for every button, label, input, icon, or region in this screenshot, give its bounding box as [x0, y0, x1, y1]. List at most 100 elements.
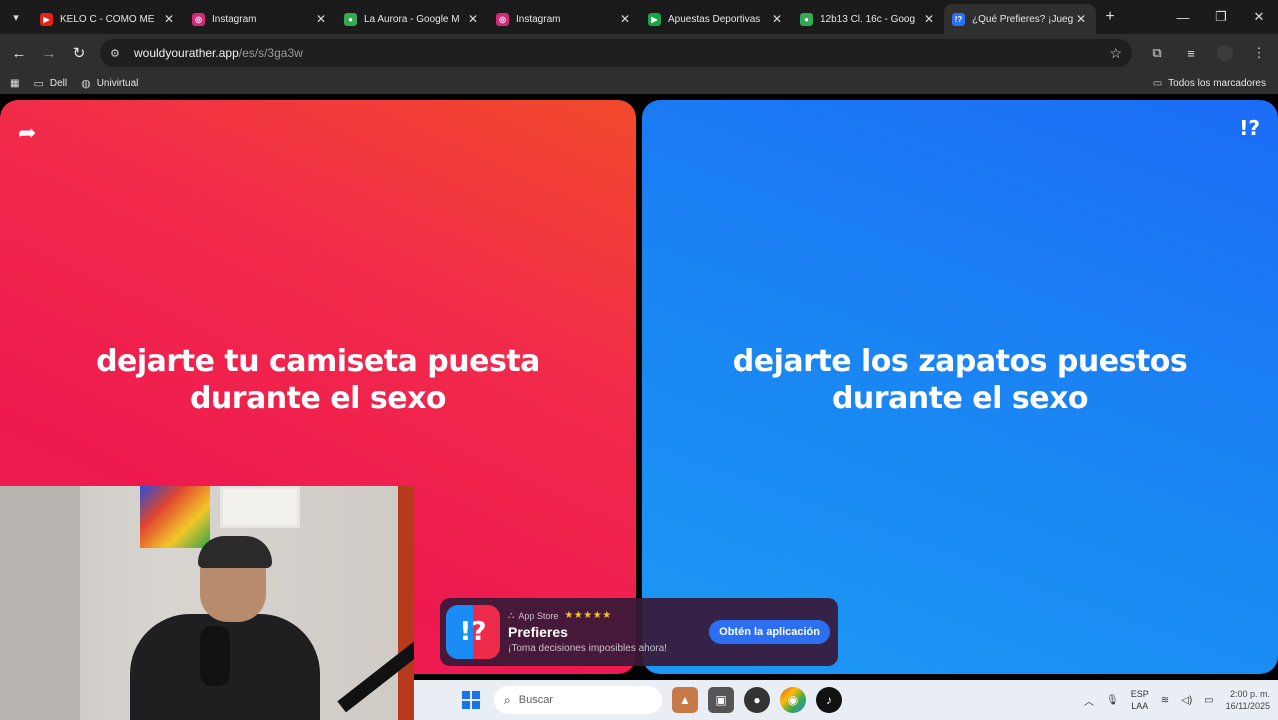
clock-time: 2:00 p. m. — [1229, 689, 1270, 699]
reload-icon[interactable]: ↻ — [64, 38, 94, 68]
webcam-curtain — [398, 486, 414, 720]
app-store-banner[interactable]: !? ⛬ App Store ★★★★★ Prefieres ¡Toma dec… — [440, 598, 838, 666]
browser-toolbar: ← → ↻ ⚙ wouldyourather.app /es/s/3ga3w ☆… — [0, 34, 1278, 72]
tab-title: La Aurora - Google M — [364, 13, 460, 25]
taskbar-search[interactable]: ⌕ Buscar — [494, 686, 662, 714]
apps-grid-icon[interactable]: ▦ — [10, 78, 19, 89]
new-tab-button[interactable]: + — [1096, 8, 1124, 26]
back-arrow-icon[interactable]: ← — [4, 38, 34, 68]
tab-6-active[interactable]: !? ¿Qué Prefieres? ¡Jueg ✕ — [944, 4, 1096, 34]
microphone-icon[interactable]: 🎙 — [1106, 695, 1119, 706]
language-indicator[interactable]: ESP LAA — [1131, 688, 1149, 712]
option-red-text: dejarte tu camiseta puesta durante el se… — [96, 344, 540, 416]
option-blue-text: dejarte los zapatos puestos durante el s… — [732, 344, 1188, 416]
tab-5[interactable]: ● 12b13 Cl. 16c - Goog ✕ — [792, 4, 944, 34]
taskbar-app-icon[interactable]: ● — [744, 687, 770, 713]
screen: ▾ ▶ KELO C - COMO ME ✕ ◎ Instagram ✕ ● L… — [0, 0, 1278, 720]
share-arrow-icon[interactable]: ➦ — [18, 120, 36, 146]
close-window-icon[interactable]: ✕ — [1240, 0, 1278, 34]
folder-icon: ▭ — [33, 77, 44, 90]
toolbar-actions: ⧉ ≡ ⋮ — [1140, 45, 1276, 61]
bookmark-dell[interactable]: ▭ Dell — [33, 77, 67, 90]
restore-icon[interactable]: ❐ — [1202, 0, 1240, 34]
close-tab-icon[interactable]: ✕ — [770, 12, 784, 26]
webcam-overlay — [0, 486, 414, 720]
window-controls: — ❐ ✕ — [1164, 0, 1278, 34]
tab-title: Instagram — [516, 13, 561, 25]
instagram-favicon-icon: ◎ — [496, 12, 509, 26]
address-bar[interactable]: ⚙ wouldyourather.app /es/s/3ga3w ☆ — [100, 39, 1132, 67]
prefieres-app-icon: !? — [446, 605, 500, 659]
close-tab-icon[interactable]: ✕ — [466, 12, 480, 26]
tab-search-chevron-icon[interactable]: ▾ — [0, 0, 32, 34]
all-bookmarks[interactable]: ▭ Todos los marcadores — [1153, 72, 1266, 94]
lang-top: ESP — [1130, 689, 1149, 699]
tab-2[interactable]: ● La Aurora - Google M ✕ — [336, 4, 488, 34]
youtube-favicon-icon: ▶ — [40, 12, 53, 26]
store-label: App Store — [518, 610, 559, 621]
clock[interactable]: 2:00 p. m. 16/11/2025 — [1226, 688, 1270, 712]
app-name: Prefieres — [508, 624, 568, 640]
taskbar-widget-icon[interactable]: ▲ — [672, 687, 698, 713]
maps-favicon-icon: ● — [344, 12, 357, 26]
webcam-microphone — [200, 626, 230, 686]
wifi-icon[interactable]: ≋ — [1161, 695, 1169, 706]
url-path: /es/s/3ga3w — [238, 46, 303, 60]
system-tray: ︿ 🎙 ESP LAA ≋ ◁) ▭ 2:00 p. m. 16/11/2025 — [1072, 680, 1270, 720]
tray-chevron-up-icon[interactable]: ︿ — [1084, 693, 1094, 708]
extensions-icon[interactable]: ⧉ — [1140, 45, 1174, 61]
close-tab-icon[interactable]: ✕ — [922, 12, 936, 26]
taskbar-chrome-icon[interactable]: ◉ — [780, 687, 806, 713]
search-placeholder: Buscar — [518, 694, 553, 706]
app-logo-icon[interactable]: !? — [1239, 116, 1260, 140]
bookmarks-bar: ▦ ▭ Dell ◍ Univirtual ▭ Todos los marcad… — [0, 72, 1278, 94]
tab-0[interactable]: ▶ KELO C - COMO ME ✕ — [32, 4, 184, 34]
tab-strip: ▾ ▶ KELO C - COMO ME ✕ ◎ Instagram ✕ ● L… — [0, 0, 1278, 34]
all-bookmarks-label: Todos los marcadores — [1168, 77, 1266, 89]
tab-title: ¿Qué Prefieres? ¡Jueg — [972, 13, 1074, 25]
webcam-background — [0, 486, 80, 720]
rating-stars: ★★★★★ — [564, 610, 612, 621]
forward-arrow-icon[interactable]: → — [34, 38, 64, 68]
prefieres-favicon-icon: !? — [952, 12, 965, 26]
store-line: ⛬ App Store ★★★★★ — [508, 610, 667, 621]
close-tab-icon[interactable]: ✕ — [162, 12, 176, 26]
tab-4[interactable]: ▶ Apuestas Deportivas ✕ — [640, 4, 792, 34]
lang-bottom: LAA — [1131, 701, 1149, 711]
app-store-icon: ⛬ — [508, 610, 515, 620]
bookmark-star-icon[interactable]: ☆ — [1109, 45, 1122, 62]
minimize-icon[interactable]: — — [1164, 0, 1202, 34]
bookmark-univirtual[interactable]: ◍ Univirtual — [81, 77, 138, 90]
instagram-favicon-icon: ◎ — [192, 12, 205, 26]
bookmark-label: Univirtual — [96, 77, 139, 89]
maps-favicon-icon: ● — [800, 12, 813, 26]
site-settings-icon[interactable]: ⚙ — [110, 47, 126, 60]
profile-avatar[interactable] — [1217, 45, 1233, 61]
close-tab-icon[interactable]: ✕ — [618, 12, 632, 26]
app-tagline: ¡Toma decisiones imposibles ahora! — [508, 643, 667, 654]
bookmark-label: Dell — [49, 77, 68, 89]
tab-title: 12b13 Cl. 16c - Goog — [820, 13, 916, 25]
windows-start-icon[interactable] — [462, 691, 480, 709]
globe-icon: ◍ — [81, 77, 91, 90]
close-tab-icon[interactable]: ✕ — [314, 12, 328, 26]
tab-3[interactable]: ◎ Instagram ✕ — [488, 4, 640, 34]
webcam-frame — [220, 486, 300, 528]
webcam-poster — [140, 486, 210, 548]
option-blue-card[interactable]: !? dejarte los zapatos puestos durante e… — [642, 100, 1278, 674]
clock-date: 16/11/2025 — [1225, 701, 1270, 711]
battery-icon[interactable]: ▭ — [1204, 695, 1213, 706]
windows-taskbar: ⌕ Buscar ▲ ▣ ● ◉ ♪ ︿ 🎙 ESP LAA ≋ ◁) ▭ 2:… — [414, 680, 1278, 720]
url-host: wouldyourather.app — [134, 46, 239, 60]
taskbar-file-explorer-icon[interactable]: ▣ — [708, 687, 734, 713]
menu-kebab-icon[interactable]: ⋮ — [1242, 45, 1276, 61]
get-app-button[interactable]: Obtén la aplicación — [709, 620, 830, 644]
close-tab-icon[interactable]: ✕ — [1074, 12, 1088, 26]
tab-1[interactable]: ◎ Instagram ✕ — [184, 4, 336, 34]
search-icon: ⌕ — [504, 692, 511, 707]
tab-title: KELO C - COMO ME — [60, 13, 155, 25]
media-controls-icon[interactable]: ≡ — [1174, 46, 1208, 61]
taskbar-tiktok-icon[interactable]: ♪ — [816, 687, 842, 713]
tab-title: Instagram — [212, 13, 257, 25]
volume-icon[interactable]: ◁) — [1181, 695, 1192, 706]
